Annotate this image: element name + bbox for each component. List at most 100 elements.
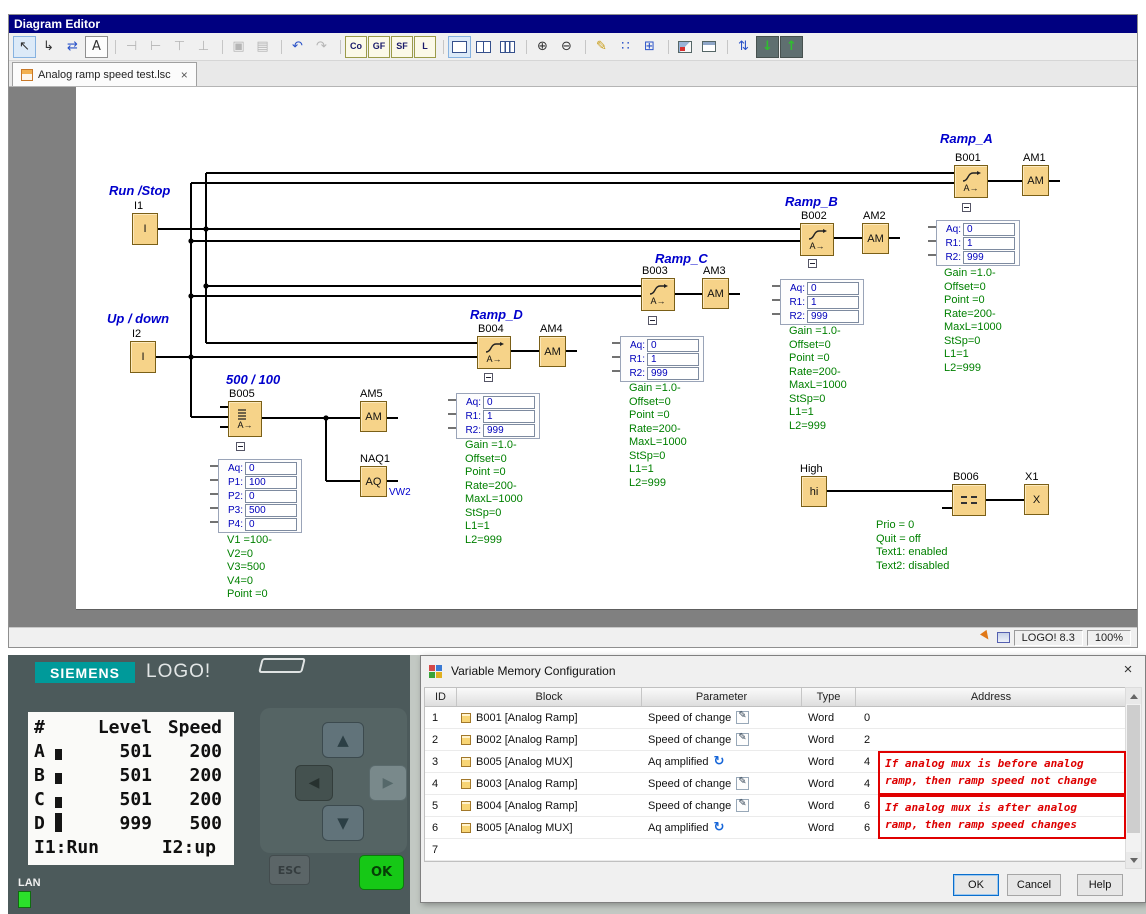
cancel-button[interactable]: Cancel [1007, 874, 1061, 896]
param-value[interactable]: 999 [647, 367, 699, 380]
diagram-page[interactable]: Run /Stop Up / down 500 / 100 Ramp_D Ram… [76, 87, 1137, 610]
block-i2-input[interactable]: I [130, 341, 156, 373]
parameter-icon[interactable] [736, 733, 749, 746]
constants-button[interactable]: Co [345, 36, 367, 58]
block-b006-message-text[interactable] [952, 484, 986, 516]
align-right-tool[interactable]: ⊢ [144, 36, 167, 58]
collapse-toggle-b004[interactable] [484, 373, 493, 382]
param-value[interactable]: 0 [245, 490, 297, 503]
connector-tool[interactable]: ↳ [37, 36, 60, 58]
align-top-tool[interactable]: ⊤ [168, 36, 191, 58]
scroll-up-icon[interactable] [1126, 688, 1141, 704]
block-high-constant[interactable]: hi [801, 476, 827, 507]
grid-display-button[interactable]: ∷ [614, 36, 637, 58]
param-value[interactable]: 0 [807, 282, 859, 295]
block-b004-analog-ramp[interactable]: A→ [477, 336, 511, 369]
param-value[interactable]: 999 [483, 424, 535, 437]
snap-grid-button[interactable]: ⊞ [638, 36, 661, 58]
zoom-in-button[interactable]: ⊕ [531, 36, 554, 58]
send-back-tool[interactable]: ▤ [251, 36, 274, 58]
select-tool[interactable]: ↖ [13, 36, 36, 58]
header-parameter[interactable]: Parameter [642, 688, 802, 706]
basic-functions-button[interactable]: GF [368, 36, 390, 58]
memory-row[interactable]: 7 [425, 839, 1126, 861]
layout-single-button[interactable] [448, 36, 471, 58]
param-value[interactable]: 100 [245, 476, 297, 489]
flow-tool[interactable]: ⇄ [61, 36, 84, 58]
header-address[interactable]: Address [856, 688, 1126, 706]
block-am1-marker[interactable]: AM [1022, 165, 1049, 196]
text-tool[interactable]: A [85, 36, 108, 58]
block-b002-analog-ramp[interactable]: A→ [800, 223, 834, 256]
block-am5-marker[interactable]: AM [360, 401, 387, 432]
memory-row[interactable]: 1 B001 [Analog Ramp] Speed of change Wor… [425, 707, 1126, 729]
block-b003-analog-ramp[interactable]: A→ [641, 278, 675, 311]
cursor-right-button[interactable]: ▶ [369, 765, 407, 801]
memory-row[interactable]: 2 B002 [Analog Ramp] Speed of change Wor… [425, 729, 1126, 751]
parameter-icon[interactable] [714, 821, 728, 835]
collapse-toggle-b002[interactable] [808, 259, 817, 268]
header-block[interactable]: Block [457, 688, 642, 706]
tab-close-icon[interactable]: × [181, 68, 188, 82]
parameter-icon[interactable] [736, 777, 749, 790]
cursor-down-button[interactable]: ▼ [322, 805, 364, 841]
block-naq1-analog-output[interactable]: AQ [360, 466, 387, 497]
param-value[interactable]: 1 [647, 353, 699, 366]
profile-button[interactable]: L [414, 36, 436, 58]
header-id[interactable]: ID [425, 688, 457, 706]
cursor-up-button[interactable]: ▲ [322, 722, 364, 758]
align-left-tool[interactable]: ⊣ [120, 36, 143, 58]
param-value[interactable]: 999 [807, 310, 859, 323]
zoom-out-button[interactable]: ⊖ [555, 36, 578, 58]
layout-split3-button[interactable] [496, 36, 519, 58]
parameter-icon[interactable] [736, 711, 749, 724]
block-am3-marker[interactable]: AM [702, 278, 729, 309]
tab-analog-ramp-speed-test[interactable]: Analog ramp speed test.lsc × [12, 62, 197, 86]
parameter-icon[interactable] [714, 755, 728, 769]
simulation-button[interactable] [673, 36, 696, 58]
comment-tool[interactable]: ✎ [590, 36, 613, 58]
ok-dialog-button[interactable]: OK [953, 874, 999, 896]
diagram-canvas[interactable]: Run /Stop Up / down 500 / 100 Ramp_D Ram… [9, 87, 1137, 627]
block-am2-marker[interactable]: AM [862, 223, 889, 254]
block-b005-analog-mux[interactable]: A→ [228, 401, 262, 437]
param-value[interactable]: 999 [963, 251, 1015, 264]
collapse-toggle-b001[interactable] [962, 203, 971, 212]
bring-front-tool[interactable]: ▣ [227, 36, 250, 58]
param-value[interactable]: 0 [245, 518, 297, 531]
param-value[interactable]: 0 [483, 396, 535, 409]
block-am4-marker[interactable]: AM [539, 336, 566, 367]
header-type[interactable]: Type [802, 688, 856, 706]
param-value[interactable]: 500 [245, 504, 297, 517]
undo-button[interactable]: ↶ [286, 36, 309, 58]
block-b001-analog-ramp[interactable]: A→ [954, 165, 988, 198]
param-value[interactable]: 1 [807, 296, 859, 309]
align-bottom-tool[interactable]: ⊥ [192, 36, 215, 58]
special-functions-button[interactable]: SF [391, 36, 413, 58]
logo-to-pc-button[interactable]: ↑ [780, 36, 803, 58]
ok-button[interactable]: OK [359, 855, 404, 890]
layout-split2-button[interactable] [472, 36, 495, 58]
help-button[interactable]: Help [1077, 874, 1123, 896]
param-value[interactable]: 0 [245, 462, 297, 475]
collapse-toggle-b005[interactable] [236, 442, 245, 451]
block-i1-input[interactable]: I [132, 213, 158, 245]
cursor-left-button[interactable]: ◀ [295, 765, 333, 801]
param-value[interactable]: 0 [647, 339, 699, 352]
esc-button[interactable]: ESC [269, 855, 310, 885]
param-value[interactable]: 1 [963, 237, 1015, 250]
param-value[interactable]: 1 [483, 410, 535, 423]
network-project-button[interactable] [697, 36, 720, 58]
dialog-close-icon[interactable]: × [1112, 657, 1144, 683]
scrollbar-thumb[interactable] [1127, 705, 1140, 833]
scroll-down-icon[interactable] [1126, 852, 1141, 868]
up-arrow-icon: ▲ [337, 731, 349, 749]
go-online-button[interactable]: ⇅ [732, 36, 755, 58]
table-scrollbar[interactable] [1125, 687, 1142, 869]
param-value[interactable]: 0 [963, 223, 1015, 236]
block-x1-open-connector[interactable]: X [1024, 484, 1049, 515]
collapse-toggle-b003[interactable] [648, 316, 657, 325]
parameter-icon[interactable] [736, 799, 749, 812]
redo-button[interactable]: ↷ [310, 36, 333, 58]
pc-to-logo-button[interactable]: ↓ [756, 36, 779, 58]
